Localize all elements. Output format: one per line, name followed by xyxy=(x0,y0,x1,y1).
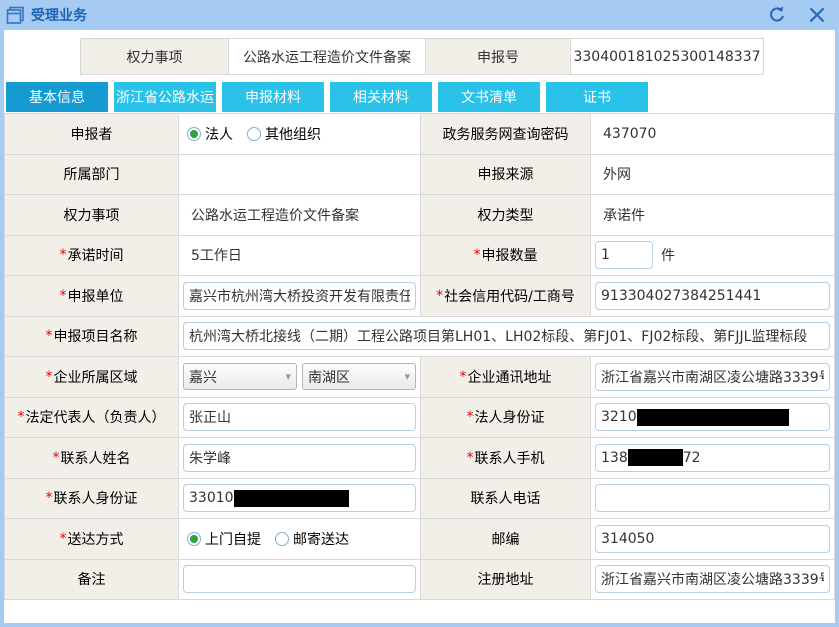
radio-mail-delivery-label: 邮寄送达 xyxy=(293,531,349,548)
label-password: 政务服务网查询密码 xyxy=(421,114,591,155)
contact-id-input[interactable]: 33010 xyxy=(183,484,416,513)
tab-zhejiang-highway[interactable]: 浙江省公路水运 xyxy=(114,82,216,112)
header-declare-no-label: 申报号 xyxy=(426,39,571,74)
value-region: 嘉兴 ▾ 南湖区 ▾ xyxy=(179,357,421,398)
value-contact-phone xyxy=(591,478,835,519)
label-declare-unit: * 申报单位 xyxy=(5,276,179,317)
label-power-item: 权力事项 xyxy=(5,195,179,236)
value-delivery: 上门自提 邮寄送达 xyxy=(179,519,421,560)
value-applicant: 法人 其他组织 xyxy=(179,114,421,155)
close-icon[interactable]: × xyxy=(805,2,829,28)
label-legal-id: * 法人身份证 xyxy=(421,397,591,438)
label-legal-person: * 法定代表人（负责人） xyxy=(5,397,179,438)
label-region: * 企业所属区域 xyxy=(5,357,179,398)
redaction-box xyxy=(636,408,789,426)
value-remark xyxy=(179,559,421,600)
region-district-select[interactable]: 南湖区 ▾ xyxy=(302,363,416,391)
label-source: 申报来源 xyxy=(421,154,591,195)
legal-id-input[interactable]: 3210 xyxy=(595,403,830,432)
company-address-input[interactable] xyxy=(595,362,830,391)
value-password: 437070 xyxy=(591,114,835,155)
label-applicant: 申报者 xyxy=(5,114,179,155)
label-remark: 备注 xyxy=(5,559,179,600)
value-register-address xyxy=(591,559,835,600)
value-contact-id: 33010 xyxy=(179,478,421,519)
tab-bar: 基本信息 浙江省公路水运 申报材料 相关材料 文书清单 证书 xyxy=(6,82,835,112)
value-power-type: 承诺件 xyxy=(591,195,835,236)
remark-input[interactable] xyxy=(183,565,416,594)
header-power-label: 权力事项 xyxy=(81,39,229,74)
value-declare-count: 件 xyxy=(591,235,835,276)
value-project-name xyxy=(179,316,835,357)
chevron-down-icon: ▾ xyxy=(285,370,291,384)
declare-count-input[interactable] xyxy=(595,241,653,270)
label-promise-time: * 承诺时间 xyxy=(5,235,179,276)
label-contact-mobile: * 联系人手机 xyxy=(421,438,591,479)
value-postcode xyxy=(591,519,835,560)
value-contact-mobile: 138 72 xyxy=(591,438,835,479)
project-name-input[interactable] xyxy=(183,322,830,351)
title-bar: 受理业务 × xyxy=(0,0,839,30)
window-form-icon xyxy=(6,6,25,25)
contact-mobile-input[interactable]: 138 72 xyxy=(595,443,830,472)
value-source: 外网 xyxy=(591,154,835,195)
label-contact-id: * 联系人身份证 xyxy=(5,478,179,519)
redaction-box xyxy=(233,489,349,507)
tab-document-list[interactable]: 文书清单 xyxy=(438,82,540,112)
label-register-address: 注册地址 xyxy=(421,559,591,600)
declare-unit-input[interactable] xyxy=(183,281,416,310)
tab-basic-info[interactable]: 基本信息 xyxy=(6,82,108,112)
postcode-input[interactable] xyxy=(595,524,830,553)
contact-name-input[interactable] xyxy=(183,443,416,472)
value-contact-name xyxy=(179,438,421,479)
window-title: 受理业务 xyxy=(31,8,87,24)
legal-person-input[interactable] xyxy=(183,403,416,432)
value-declare-unit xyxy=(179,276,421,317)
value-credit-code xyxy=(591,276,835,317)
radio-mail-delivery[interactable] xyxy=(275,531,289,546)
radio-self-pickup-label: 上门自提 xyxy=(205,531,261,548)
register-address-input[interactable] xyxy=(595,565,830,594)
radio-other-org[interactable] xyxy=(247,126,261,141)
value-legal-person xyxy=(179,397,421,438)
declare-count-unit: 件 xyxy=(661,248,675,265)
radio-legal-person[interactable] xyxy=(187,126,201,141)
label-department: 所属部门 xyxy=(5,154,179,195)
chevron-down-icon: ▾ xyxy=(404,370,410,384)
tab-certificate[interactable]: 证书 xyxy=(546,82,648,112)
contact-phone-input[interactable] xyxy=(595,484,830,513)
main-panel: 权力事项 公路水运工程造价文件备案 申报号 330400181025300148… xyxy=(4,30,835,623)
radio-legal-person-label: 法人 xyxy=(205,126,233,143)
tab-related-materials[interactable]: 相关材料 xyxy=(330,82,432,112)
label-credit-code: * 社会信用代码/工商号 xyxy=(421,276,591,317)
basic-info-form: 申报者 法人 其他组织 政务服务网查询密码 437070 所属部门 申报来源 外… xyxy=(4,113,835,600)
label-company-address: * 企业通讯地址 xyxy=(421,357,591,398)
label-declare-count: * 申报数量 xyxy=(421,235,591,276)
label-power-type: 权力类型 xyxy=(421,195,591,236)
value-power-item: 公路水运工程造价文件备案 xyxy=(179,195,421,236)
value-company-address xyxy=(591,357,835,398)
header-strip: 权力事项 公路水运工程造价文件备案 申报号 330400181025300148… xyxy=(80,38,764,75)
tab-declare-materials[interactable]: 申报材料 xyxy=(222,82,324,112)
value-promise-time: 5工作日 xyxy=(179,235,421,276)
radio-other-org-label: 其他组织 xyxy=(265,126,321,143)
value-legal-id: 3210 xyxy=(591,397,835,438)
credit-code-input[interactable] xyxy=(595,281,830,310)
label-contact-name: * 联系人姓名 xyxy=(5,438,179,479)
header-power-value: 公路水运工程造价文件备案 xyxy=(229,39,426,74)
redaction-box xyxy=(627,449,683,467)
region-city-select[interactable]: 嘉兴 ▾ xyxy=(183,363,297,391)
label-project-name: * 申报项目名称 xyxy=(5,316,179,357)
label-contact-phone: 联系人电话 xyxy=(421,478,591,519)
label-postcode: 邮编 xyxy=(421,519,591,560)
radio-self-pickup[interactable] xyxy=(187,531,201,546)
refresh-icon[interactable] xyxy=(765,3,789,27)
value-department xyxy=(179,154,421,195)
label-delivery: * 送达方式 xyxy=(5,519,179,560)
header-declare-no-value: 330400181025300148337 xyxy=(573,48,761,65)
